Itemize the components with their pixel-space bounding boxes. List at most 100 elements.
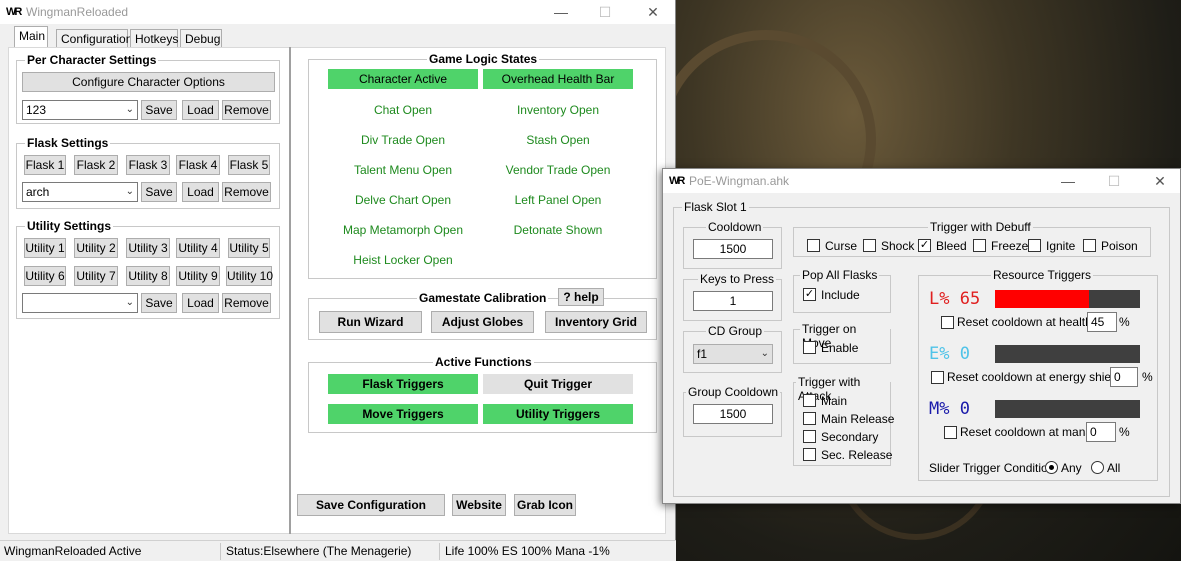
flask-remove-button[interactable]: Remove [222,182,271,202]
status-active: WingmanReloaded Active [4,544,142,558]
attack-main-release-checkbox[interactable] [803,412,816,425]
chevron-down-icon: ⌄ [760,348,769,359]
state-overhead-health-bar: Overhead Health Bar [483,69,633,89]
freeze-checkbox[interactable] [973,239,986,252]
utility-save-button[interactable]: Save [141,293,177,313]
flask-3-button[interactable]: Flask 3 [126,155,170,175]
ignite-checkbox[interactable] [1028,239,1041,252]
curse-checkbox[interactable] [807,239,820,252]
attack-main-release-label: Main Release [821,412,895,426]
trigger-move-checkbox[interactable] [803,341,816,354]
any-radio[interactable] [1045,461,1058,474]
minimize-button[interactable]: — [546,2,576,22]
maximize-button[interactable]: ☐ [590,2,620,22]
maximize-button[interactable]: ☐ [1099,171,1129,191]
trigger-move-label: Enable [821,341,859,355]
configure-character-button[interactable]: Configure Character Options [22,72,275,92]
state-inventory-open: Inventory Open [516,103,600,117]
debuff-title: Trigger with Debuff [928,220,1033,234]
utility-1-button[interactable]: Utility 1 [24,238,66,258]
flask-4-button[interactable]: Flask 4 [176,155,220,175]
group-cooldown-input[interactable]: 1500 [693,404,773,424]
reset-mana-input[interactable]: 0 [1086,422,1116,442]
flask-1-button[interactable]: Flask 1 [24,155,66,175]
bleed-checkbox[interactable]: ✓ [918,239,931,252]
utility-5-button[interactable]: Utility 5 [228,238,270,258]
utility-profile-select[interactable]: ⌄ [22,293,138,313]
flask-2-button[interactable]: Flask 2 [74,155,118,175]
utility-10-button[interactable]: Utility 10 [226,266,273,286]
utility-remove-button[interactable]: Remove [222,293,271,313]
help-button[interactable]: ? help [558,288,604,306]
cd-group-label: CD Group [706,324,765,338]
flask-profile-select[interactable]: arch ⌄ [22,182,138,202]
reset-health-checkbox[interactable] [941,316,954,329]
cooldown-input[interactable]: 1500 [693,239,773,259]
poison-label: Poison [1101,239,1138,253]
run-wizard-button[interactable]: Run Wizard [319,311,422,333]
utility-6-button[interactable]: Utility 6 [24,266,66,286]
keys-input[interactable]: 1 [693,291,773,311]
percent-label: % [1119,425,1130,439]
curse-label: Curse [825,239,858,253]
character-profile-select[interactable]: 123 ⌄ [22,100,138,120]
calibration-title: Gamestate Calibration [417,291,549,305]
flask-triggers-button[interactable]: Flask Triggers [328,374,478,394]
poison-checkbox[interactable] [1083,239,1096,252]
freeze-label: Freeze [991,239,1029,253]
status-separator [220,543,221,560]
close-button[interactable]: ✕ [638,2,668,22]
utility-7-button[interactable]: Utility 7 [74,266,118,286]
utility-8-button[interactable]: Utility 8 [126,266,170,286]
reset-health-input[interactable]: 45 [1087,312,1117,332]
quit-trigger-button[interactable]: Quit Trigger [483,374,633,394]
flask-profile-value: arch [26,185,50,199]
website-button[interactable]: Website [452,494,506,516]
state-heist-locker-open: Heist Locker Open [353,253,453,267]
chevron-down-icon: ⌄ [125,104,134,115]
app-logo-icon: WR [669,175,685,187]
utility-2-button[interactable]: Utility 2 [74,238,118,258]
minimize-button[interactable]: — [1053,171,1083,191]
attack-main-checkbox[interactable] [803,394,816,407]
character-profile-value: 123 [26,103,47,117]
shock-checkbox[interactable] [863,239,876,252]
flask-save-button[interactable]: Save [141,182,177,202]
save-configuration-button[interactable]: Save Configuration [297,494,445,516]
state-stash-open: Stash Open [526,133,590,147]
move-triggers-button[interactable]: Move Triggers [328,404,478,424]
tab-hotkeys[interactable]: Hotkeys [130,29,178,49]
utility-4-button[interactable]: Utility 4 [176,238,220,258]
grab-icon-button[interactable]: Grab Icon [514,494,576,516]
close-button[interactable]: ✕ [1145,171,1175,191]
cd-group-select[interactable]: f1 ⌄ [693,344,773,364]
tab-debug[interactable]: Debug [180,29,222,49]
reset-es-checkbox[interactable] [931,371,944,384]
character-save-button[interactable]: Save [141,100,177,120]
character-load-button[interactable]: Load [182,100,219,120]
all-radio[interactable] [1091,461,1104,474]
wingman-main-window: WR WingmanReloaded — ☐ ✕ Main Configurat… [0,0,676,561]
adjust-globes-button[interactable]: Adjust Globes [431,311,534,333]
utility-3-button[interactable]: Utility 3 [126,238,170,258]
state-character-active: Character Active [328,69,478,89]
attack-secondary-checkbox[interactable] [803,430,816,443]
window-title: PoE-Wingman.ahk [689,174,790,188]
attack-sec-release-checkbox[interactable] [803,448,816,461]
tab-configuration[interactable]: Configuration [56,29,132,49]
flask-5-button[interactable]: Flask 5 [228,155,270,175]
reset-es-input[interactable]: 0 [1110,367,1138,387]
status-location: Status:Elsewhere (The Menagerie) [226,544,412,558]
state-chat-open: Chat Open [373,103,433,117]
utility-triggers-button[interactable]: Utility Triggers [483,404,633,424]
character-remove-button[interactable]: Remove [222,100,271,120]
flask-slot-window: WR PoE-Wingman.ahk — ☐ ✕ Flask Slot 1 Co… [662,168,1181,504]
flask-load-button[interactable]: Load [182,182,219,202]
pop-all-include-checkbox[interactable]: ✓ [803,288,816,301]
percent-label: % [1142,370,1153,384]
tab-main[interactable]: Main [14,26,48,48]
reset-mana-checkbox[interactable] [944,426,957,439]
inventory-grid-button[interactable]: Inventory Grid [545,311,647,333]
utility-load-button[interactable]: Load [182,293,219,313]
utility-9-button[interactable]: Utility 9 [176,266,220,286]
